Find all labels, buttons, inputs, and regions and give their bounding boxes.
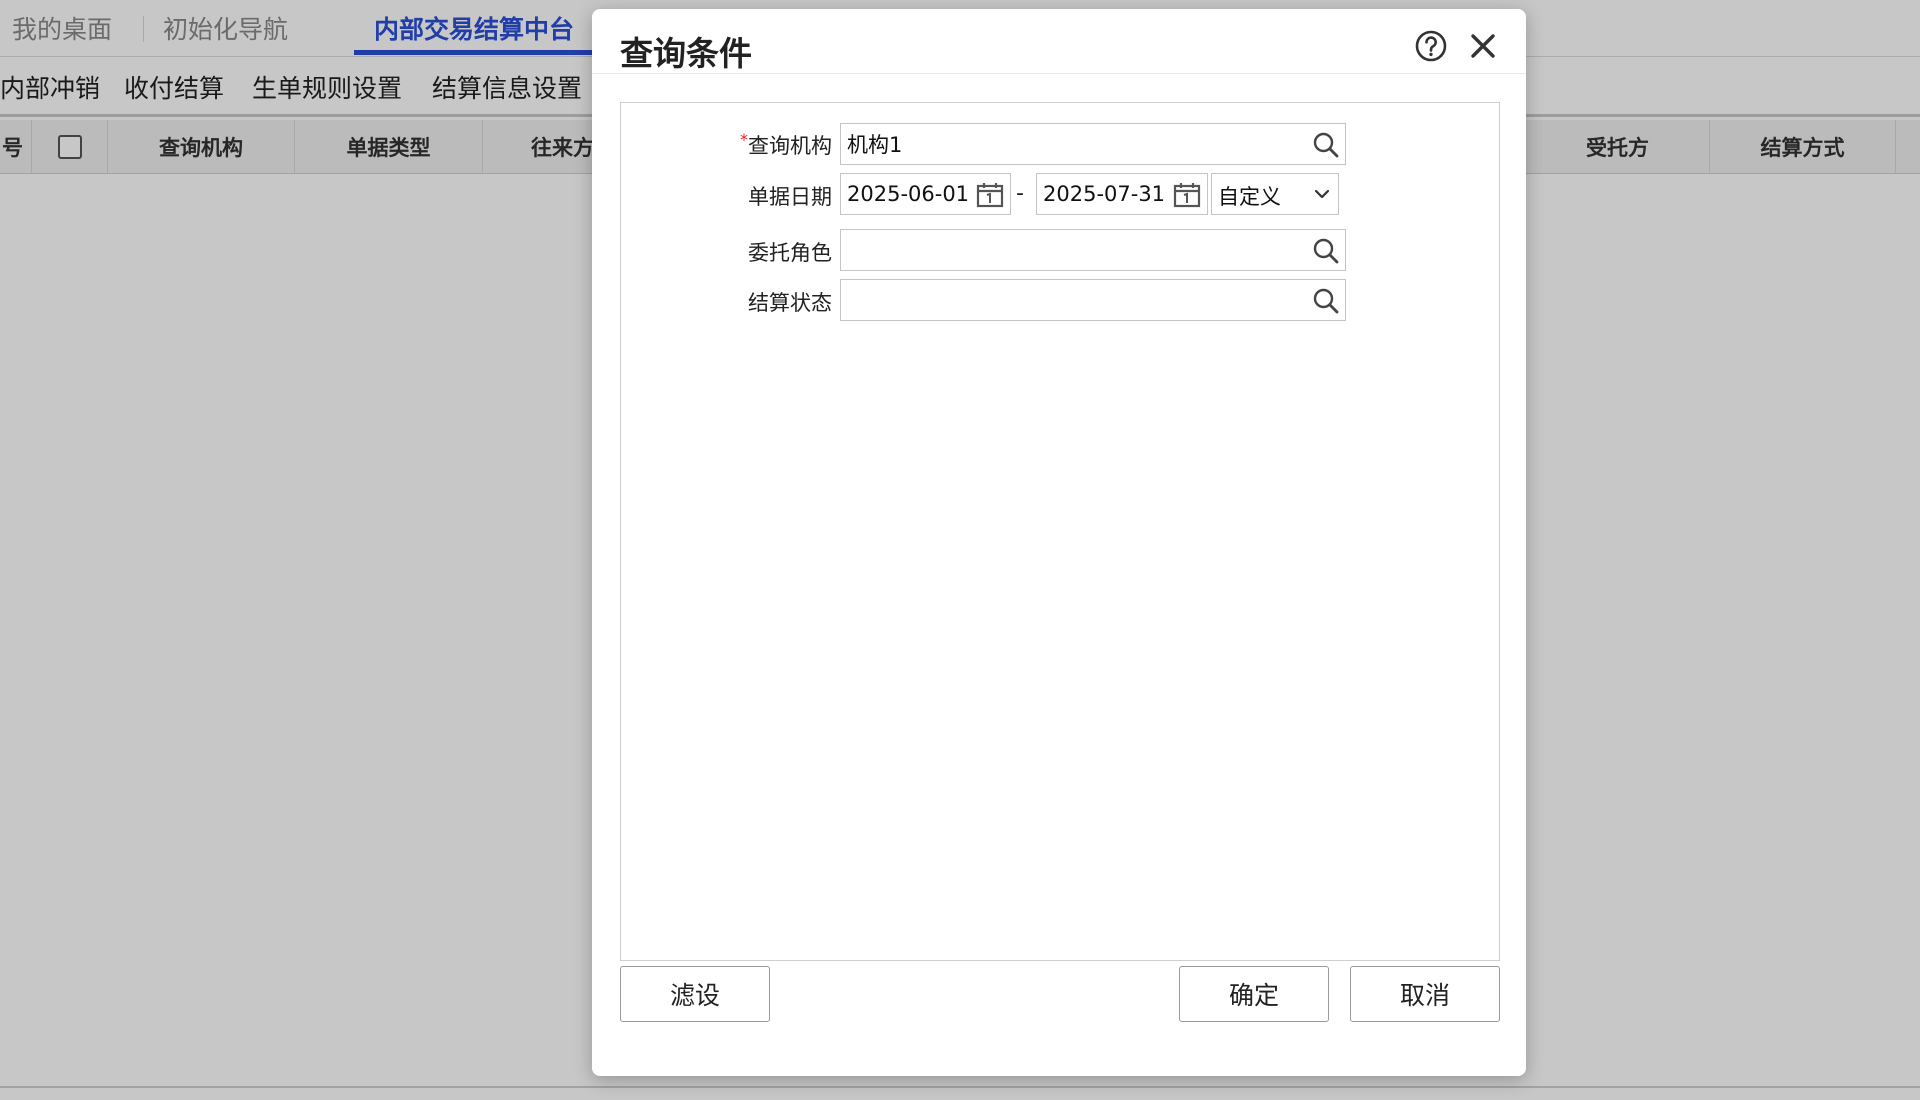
date-range-separator: - [1016, 181, 1024, 206]
confirm-button[interactable]: 确定 [1179, 966, 1329, 1022]
search-icon[interactable] [1311, 130, 1341, 160]
settle-status-label: 结算状态 [748, 291, 832, 315]
close-button[interactable] [1466, 29, 1500, 63]
query-org-label-text: 查询机构 [748, 134, 832, 158]
doc-date-start-field [840, 173, 1011, 215]
doc-date-label: 单据日期 [748, 185, 832, 209]
help-button[interactable] [1414, 29, 1448, 63]
chevron-down-icon [1314, 189, 1330, 199]
entrust-role-input[interactable] [841, 230, 1345, 270]
required-marker: * [740, 130, 748, 149]
query-org-input[interactable] [841, 124, 1345, 164]
search-icon[interactable] [1311, 286, 1341, 316]
settle-status-field [840, 279, 1346, 321]
dialog-header-divider [592, 73, 1526, 74]
help-circle-icon [1415, 30, 1447, 62]
close-icon [1471, 34, 1495, 58]
search-icon[interactable] [1311, 236, 1341, 266]
query-form-panel: *查询机构 单据日期 - [620, 102, 1500, 961]
settle-status-input[interactable] [841, 280, 1345, 320]
entrust-role-label: 委托角色 [748, 241, 832, 265]
cancel-button[interactable]: 取消 [1350, 966, 1500, 1022]
query-org-field [840, 123, 1346, 165]
doc-date-end-field [1036, 173, 1208, 215]
calendar-icon[interactable] [1173, 182, 1201, 208]
filter-settings-button[interactable]: 滤设 [620, 966, 770, 1022]
calendar-icon[interactable] [976, 182, 1004, 208]
query-conditions-dialog: 查询条件 *查询机构 单据日期 [592, 9, 1526, 1076]
dialog-title: 查询条件 [620, 34, 752, 73]
query-org-label: *查询机构 [740, 130, 832, 160]
date-range-select-value: 自定义 [1218, 185, 1281, 209]
entrust-role-field [840, 229, 1346, 271]
date-range-select[interactable]: 自定义 [1211, 173, 1339, 215]
